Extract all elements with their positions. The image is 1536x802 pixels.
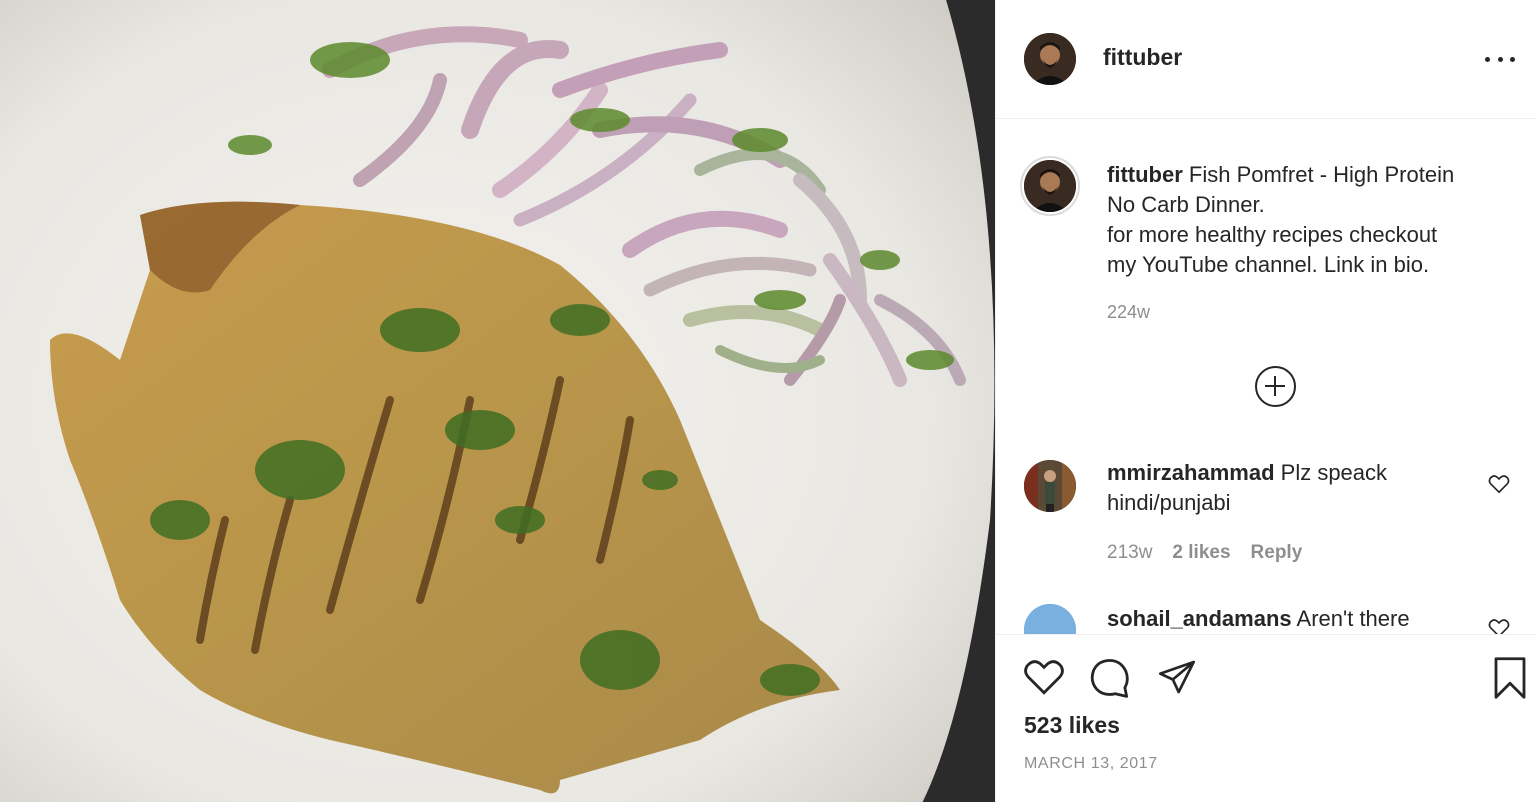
share-icon [1159,660,1195,694]
heart-icon [1024,660,1064,695]
post-sidebar: fittuber fittuber Fish Pomfret - High Pr… [995,0,1536,802]
heart-icon[interactable] [1488,618,1510,634]
comment-button[interactable] [1089,657,1131,699]
share-button[interactable] [1156,657,1198,697]
caption-line: fittuber Fish Pomfret - High Protein [1107,162,1455,187]
dot [1497,56,1503,62]
commenter-avatar[interactable] [1024,604,1076,634]
comment-meta: 213w 2 likes Reply [1107,542,1302,564]
comment-username[interactable]: mmirzahammad [1107,460,1275,485]
comments-list[interactable]: fittuber Fish Pomfret - High Protein No … [996,120,1536,634]
post-header: fittuber [996,0,1536,119]
comment-text: mmirzahammad Plz speack hindi/punjabi [1107,460,1388,515]
likes-count[interactable]: 523 likes [1024,712,1120,739]
post-actions: 523 likes MARCH 13, 2017 [996,634,1536,802]
save-button[interactable] [1492,657,1528,699]
caption-username[interactable]: fittuber [1107,162,1183,187]
like-button[interactable] [1023,657,1065,697]
comment-text: sohail_andamans Aren't there [1107,606,1410,631]
comment-icon [1090,659,1129,698]
caption-avatar[interactable] [1020,156,1080,216]
bookmark-icon [1494,657,1526,699]
heart-icon[interactable] [1488,474,1510,494]
dot [1510,56,1515,62]
commenter-avatar[interactable] [1024,460,1076,512]
caption-line: No Carb Dinner. [1107,192,1265,217]
reply-button[interactable]: Reply [1251,542,1303,564]
post-image[interactable] [0,0,995,802]
caption-line: my YouTube channel. Link in bio. [1107,252,1430,277]
post-date: MARCH 13, 2017 [1024,755,1158,772]
comment-username[interactable]: sohail_andamans [1107,606,1292,631]
fish-dish-photo [0,0,995,802]
author-avatar[interactable] [1024,33,1076,85]
comment-timestamp[interactable]: 213w [1107,542,1152,564]
dot [1485,56,1490,62]
comment-likes[interactable]: 2 likes [1172,542,1230,564]
author-username[interactable]: fittuber [1103,44,1182,71]
caption-line: for more healthy recipes checkout [1107,222,1438,247]
more-options-icon[interactable] [1485,48,1515,70]
caption: fittuber Fish Pomfret - High Protein No … [1107,160,1507,280]
plus-circle-icon[interactable] [1255,366,1296,407]
caption-timestamp[interactable]: 224w [1107,302,1150,323]
